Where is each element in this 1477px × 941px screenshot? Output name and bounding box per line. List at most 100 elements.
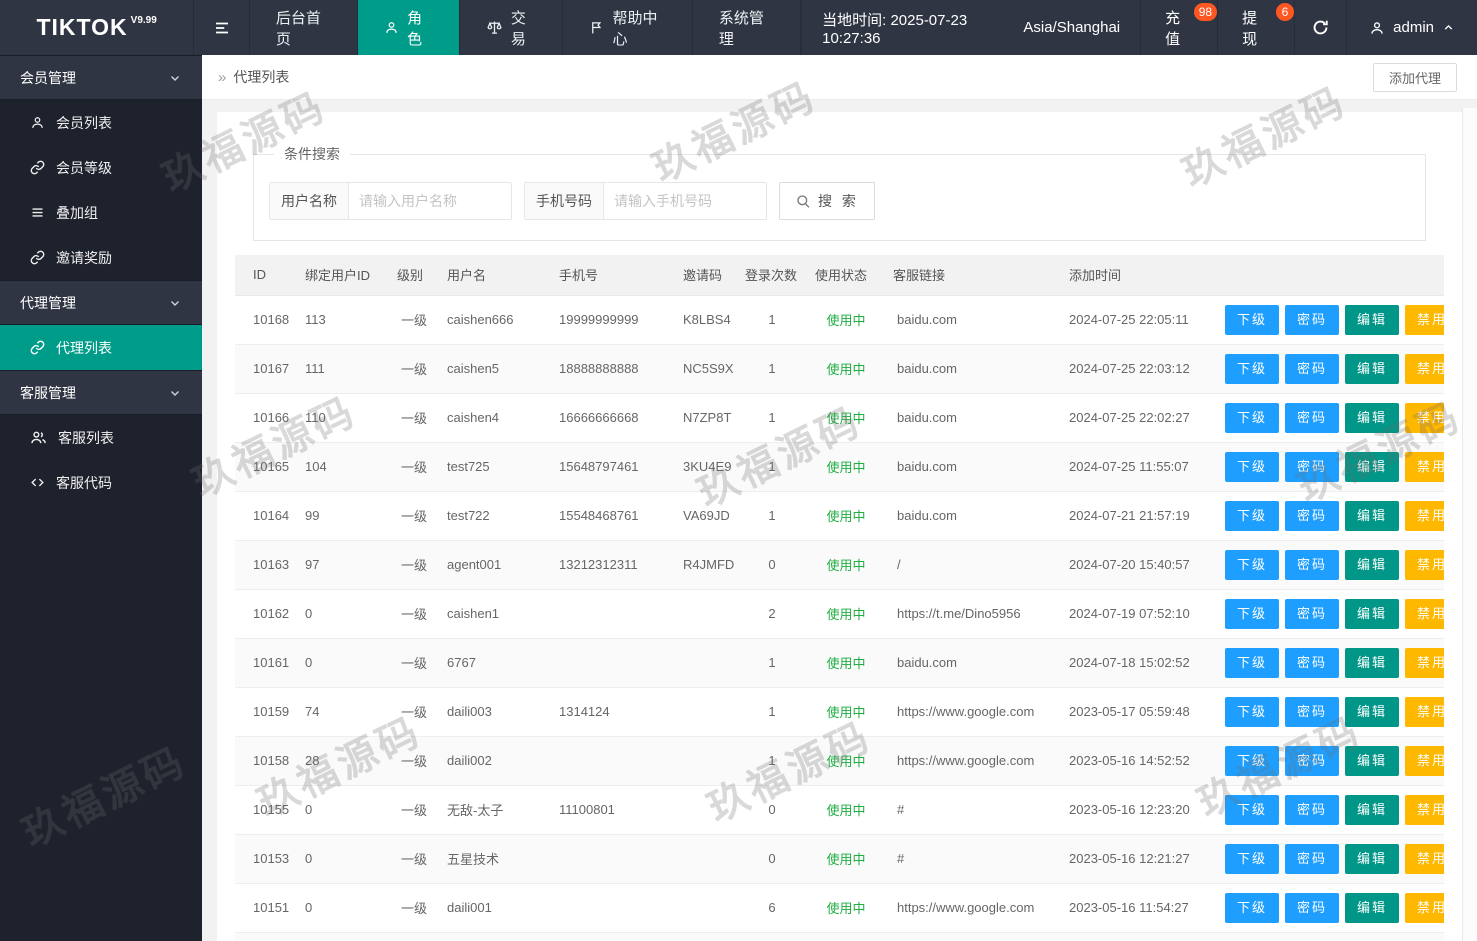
subordinate-button[interactable]: 下级	[1225, 353, 1280, 384]
password-button[interactable]: 密码	[1285, 353, 1340, 384]
password-button[interactable]: 密码	[1285, 598, 1340, 629]
column-header-6: 登录次数	[737, 255, 807, 296]
disable-button[interactable]: 禁用	[1405, 892, 1444, 923]
disable-button[interactable]: 禁用	[1405, 353, 1444, 384]
sidebar-item-1[interactable]: 会员列表	[0, 100, 202, 145]
cell-9: 2023-05-16 12:21:27	[1057, 834, 1215, 884]
edit-button[interactable]: 编辑	[1345, 402, 1400, 433]
edit-button[interactable]: 编辑	[1345, 500, 1400, 531]
withdraw-button[interactable]: 提现 6	[1217, 0, 1294, 55]
nav-item-0[interactable]: 后台首页	[248, 0, 357, 55]
password-button[interactable]: 密码	[1285, 794, 1340, 825]
cell-4	[551, 736, 675, 786]
edit-button[interactable]: 编辑	[1345, 304, 1400, 335]
subordinate-button[interactable]: 下级	[1225, 892, 1280, 923]
subordinate-button[interactable]: 下级	[1225, 304, 1280, 335]
user-menu[interactable]: admin	[1346, 0, 1477, 55]
disable-button[interactable]: 禁用	[1405, 794, 1444, 825]
sidebar-toggle-button[interactable]	[193, 0, 249, 55]
app-logo[interactable]: TIKTOK V9.99	[0, 0, 193, 55]
cell-9: 2023-05-16 14:52:52	[1057, 736, 1215, 786]
disable-button[interactable]: 禁用	[1405, 598, 1444, 629]
edit-button[interactable]: 编辑	[1345, 745, 1400, 776]
refresh-button[interactable]	[1293, 0, 1346, 55]
disable-button[interactable]: 禁用	[1405, 549, 1444, 580]
edit-button[interactable]: 编辑	[1345, 598, 1400, 629]
add-agent-button[interactable]: 添加代理	[1372, 63, 1457, 92]
subordinate-button[interactable]: 下级	[1225, 794, 1280, 825]
subordinate-button[interactable]: 下级	[1225, 696, 1280, 727]
chevron-up-icon	[1442, 21, 1455, 34]
nav-item-4[interactable]: 系统管理	[691, 0, 802, 55]
password-button[interactable]: 密码	[1285, 549, 1340, 580]
subordinate-button[interactable]: 下级	[1225, 598, 1280, 629]
password-button[interactable]: 密码	[1285, 892, 1340, 923]
local-time-label: 当地时间: 2025-07-23 10:27:36	[822, 11, 968, 47]
cell-3: test725	[439, 442, 551, 492]
user-icon	[30, 115, 45, 130]
cell-9: 2024-07-21 21:57:19	[1057, 491, 1215, 541]
search-row: 用户名称 手机号码 搜 索	[269, 182, 1410, 220]
sidebar-item-9[interactable]: 客服代码	[0, 460, 202, 505]
sidebar-group-7[interactable]: 客服管理	[0, 370, 202, 415]
nav-item-1[interactable]: 角色	[357, 0, 459, 55]
disable-button[interactable]: 禁用	[1405, 304, 1444, 335]
password-button[interactable]: 密码	[1285, 304, 1340, 335]
disable-button[interactable]: 禁用	[1405, 451, 1444, 482]
password-button[interactable]: 密码	[1285, 402, 1340, 433]
disable-button[interactable]: 禁用	[1405, 402, 1444, 433]
password-button[interactable]: 密码	[1285, 647, 1340, 678]
password-button[interactable]: 密码	[1285, 696, 1340, 727]
subordinate-button[interactable]: 下级	[1225, 647, 1280, 678]
subordinate-button[interactable]: 下级	[1225, 500, 1280, 531]
disable-button[interactable]: 禁用	[1405, 647, 1444, 678]
sidebar-group-5[interactable]: 代理管理	[0, 280, 202, 325]
sidebar-item-4[interactable]: 邀请奖励	[0, 235, 202, 280]
sidebar-item-label: 会员列表	[56, 114, 112, 131]
sidebar-item-6[interactable]: 代理列表	[0, 325, 202, 370]
edit-button[interactable]: 编辑	[1345, 794, 1400, 825]
search-button[interactable]: 搜 索	[779, 182, 875, 220]
user-icon	[1369, 20, 1385, 36]
sidebar-group-0[interactable]: 会员管理	[0, 55, 202, 100]
password-button[interactable]: 密码	[1285, 500, 1340, 531]
disable-button[interactable]: 禁用	[1405, 696, 1444, 727]
cell-0: 10163	[235, 540, 297, 590]
password-button[interactable]: 密码	[1285, 745, 1340, 776]
username-input[interactable]	[349, 183, 511, 219]
search-icon	[795, 193, 811, 209]
edit-button[interactable]: 编辑	[1345, 647, 1400, 678]
subordinate-button[interactable]: 下级	[1225, 745, 1280, 776]
subordinate-button[interactable]: 下级	[1225, 843, 1280, 874]
edit-button[interactable]: 编辑	[1345, 549, 1400, 580]
cell-1: 74	[297, 687, 389, 737]
table-row: 10165 104 一级 test725 15648797461 3KU4E9 1 使用中 ba…	[235, 442, 1444, 492]
subordinate-button[interactable]: 下级	[1225, 451, 1280, 482]
recharge-button[interactable]: 充值 98	[1140, 0, 1218, 55]
scrollbar-track[interactable]	[1462, 108, 1477, 941]
cell-2: 一级	[389, 932, 439, 941]
disable-button[interactable]: 禁用	[1405, 745, 1444, 776]
edit-button[interactable]: 编辑	[1345, 892, 1400, 923]
password-button[interactable]: 密码	[1285, 451, 1340, 482]
edit-button[interactable]: 编辑	[1345, 696, 1400, 727]
nav-item-2[interactable]: 交易	[458, 0, 563, 55]
disable-button[interactable]: 禁用	[1405, 500, 1444, 531]
edit-button[interactable]: 编辑	[1345, 451, 1400, 482]
password-button[interactable]: 密码	[1285, 843, 1340, 874]
cell-4: 1314124	[551, 687, 675, 737]
sidebar-item-label: 客服代码	[56, 474, 112, 491]
subordinate-button[interactable]: 下级	[1225, 402, 1280, 433]
sidebar-item-8[interactable]: 客服列表	[0, 415, 202, 460]
sidebar-item-2[interactable]: 会员等级	[0, 145, 202, 190]
cell-0: 10161	[235, 638, 297, 688]
phone-input[interactable]	[604, 183, 766, 219]
disable-button[interactable]: 禁用	[1405, 843, 1444, 874]
edit-button[interactable]: 编辑	[1345, 843, 1400, 874]
sidebar-item-3[interactable]: 叠加组	[0, 190, 202, 235]
cell-3: 无敌-太子	[439, 785, 551, 835]
subordinate-button[interactable]: 下级	[1225, 549, 1280, 580]
edit-button[interactable]: 编辑	[1345, 353, 1400, 384]
nav-item-3[interactable]: 帮助中心	[562, 0, 691, 55]
cell-0: 10167	[235, 344, 297, 394]
